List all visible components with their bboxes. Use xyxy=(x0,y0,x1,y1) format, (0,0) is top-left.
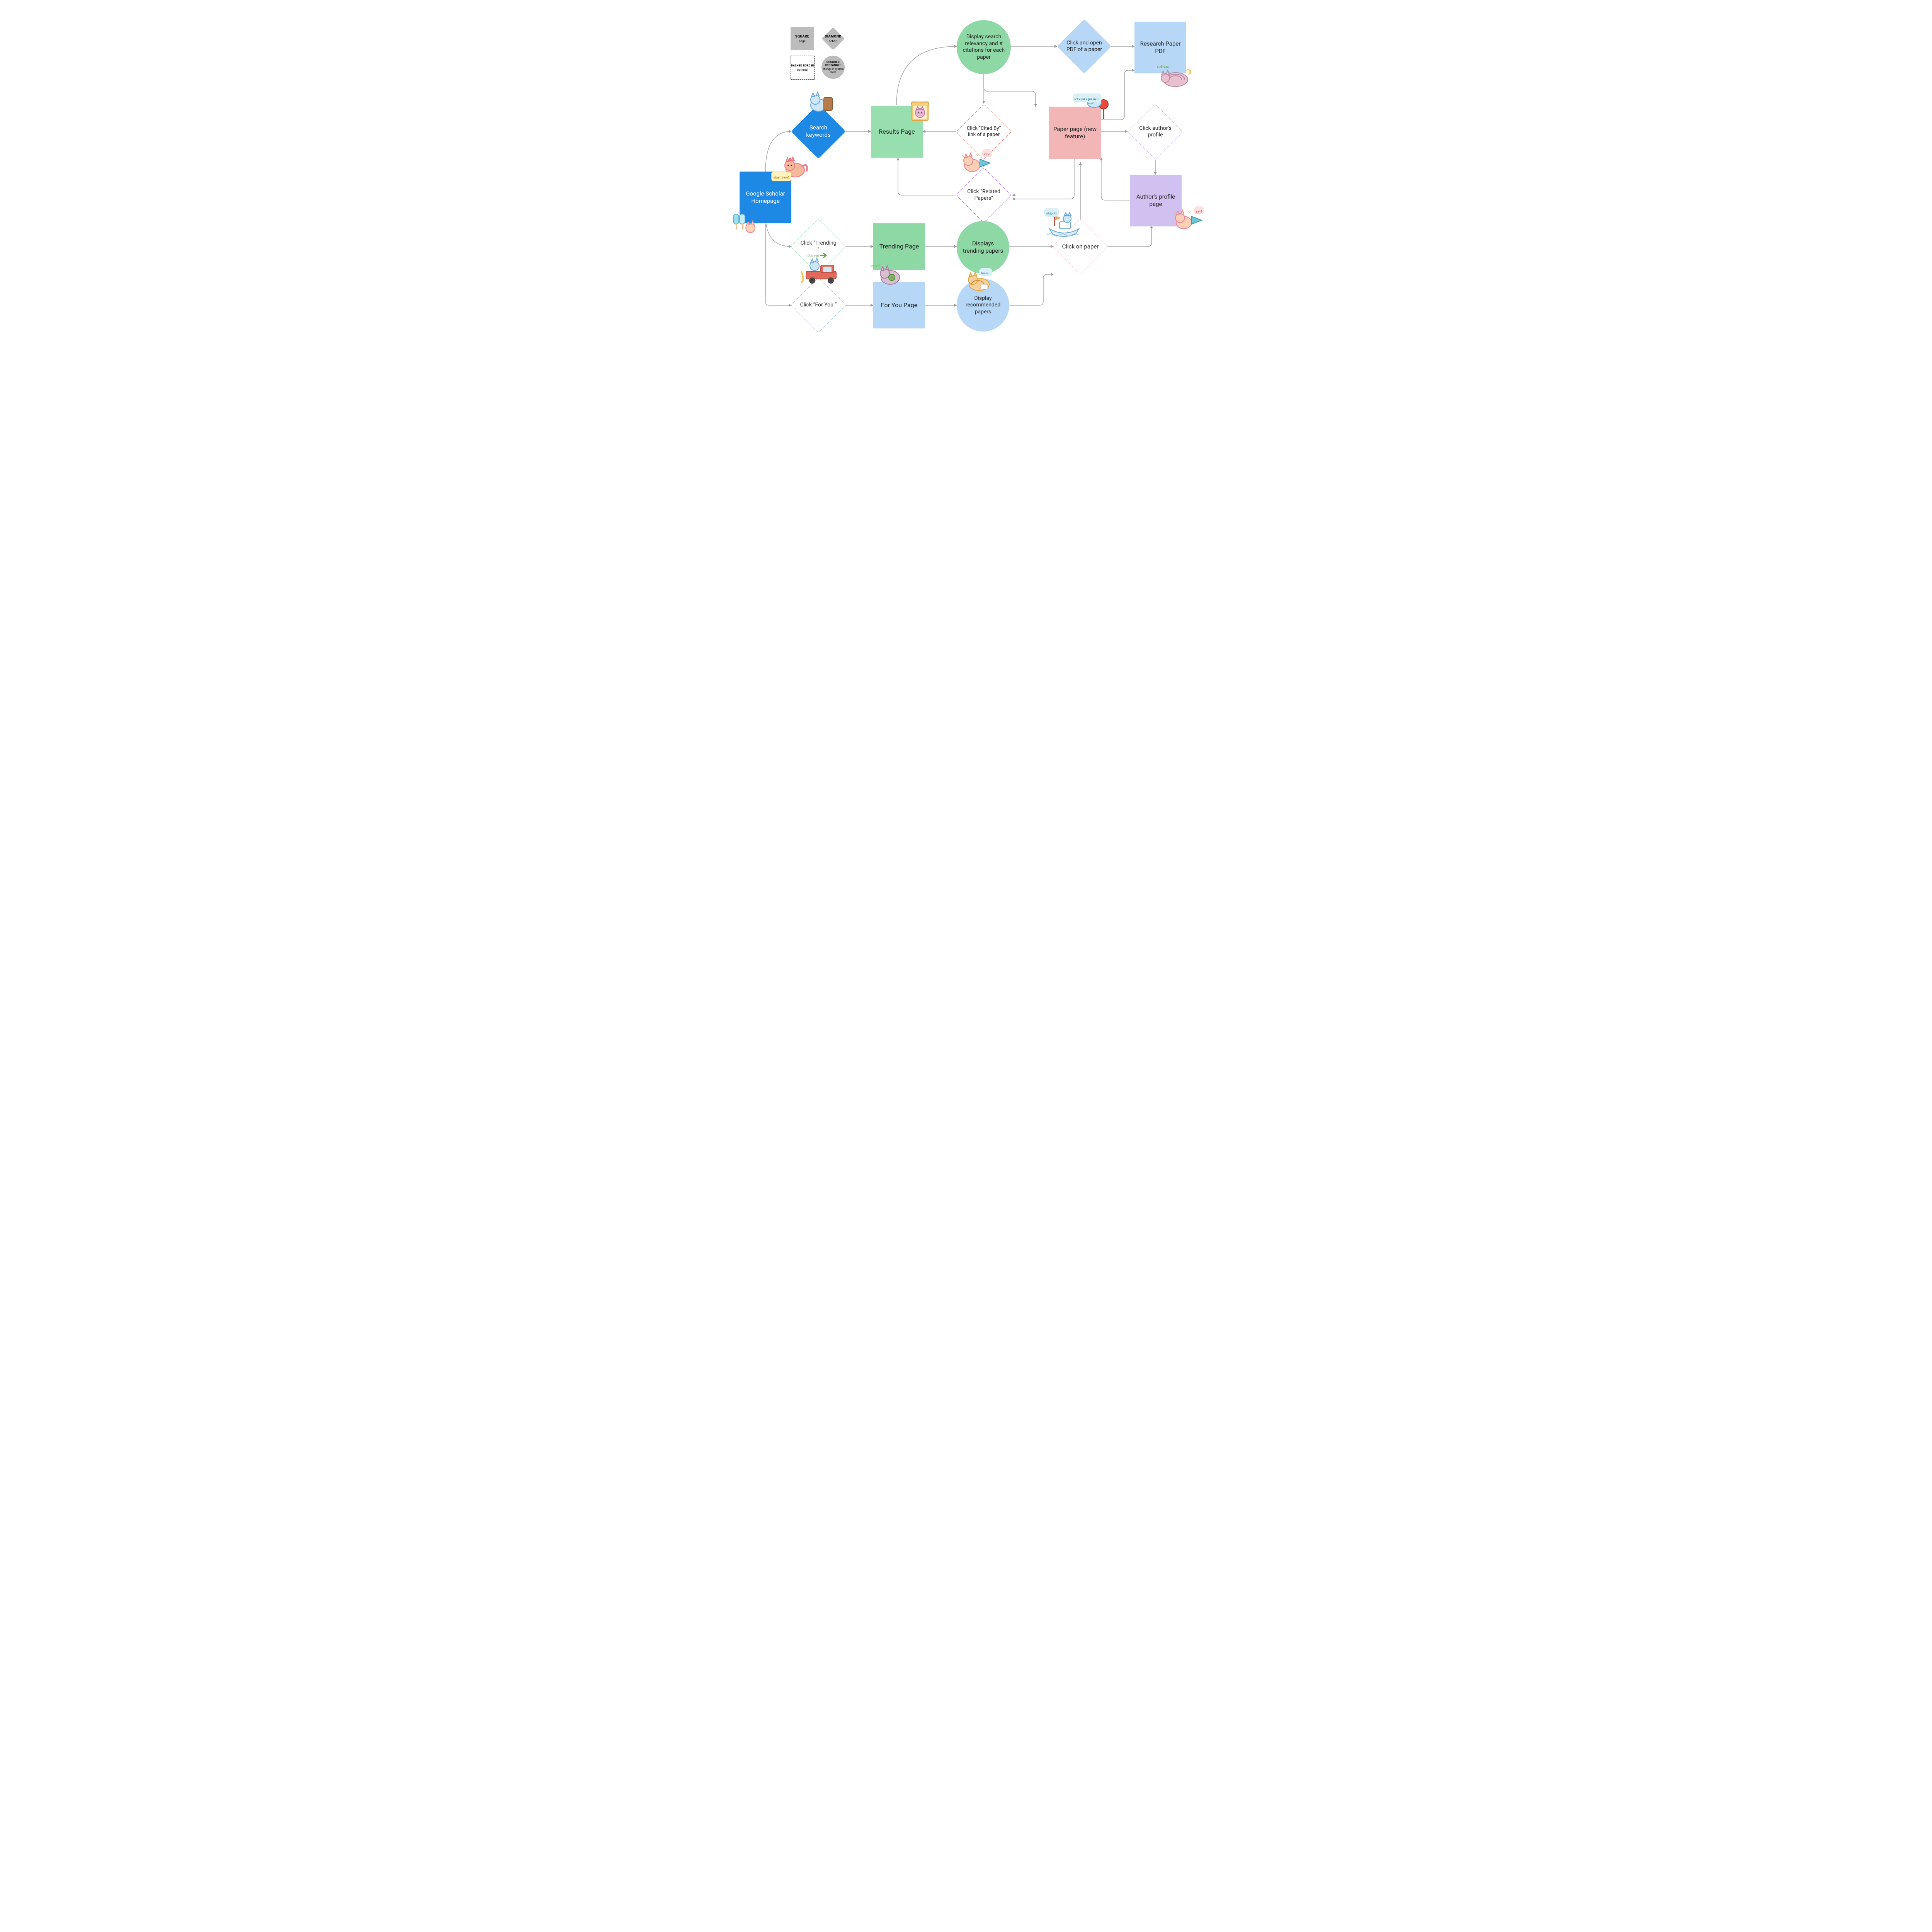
legend-rounded-title: ROUNDED RECTANGLE xyxy=(821,61,845,67)
legend-diamond: DIAMONDaction xyxy=(821,27,845,50)
node-trending-page: Trending Page xyxy=(873,223,925,270)
node-display-recommended-label: Display recommended papers xyxy=(959,292,1007,319)
node-results-page: Results Page xyxy=(871,106,923,158)
node-trending-page-label: Trending Page xyxy=(876,240,922,253)
legend-dashed-sub: optional xyxy=(797,68,808,71)
legend-square-sub: page xyxy=(799,39,806,43)
legend-rounded-sub: change in system state xyxy=(821,68,845,74)
node-homepage-label: Google Scholar Homepage xyxy=(740,187,791,208)
legend-square: SQUARE page xyxy=(791,27,814,50)
node-search-relevancy-label: Display search relevancy and # citations… xyxy=(957,31,1010,64)
node-click-author: Click author's profile xyxy=(1127,104,1184,160)
node-search-keywords-label: Search keywords xyxy=(796,121,841,142)
legend-diamond-sub: action xyxy=(825,39,842,43)
node-for-you-page: For You Page xyxy=(873,282,925,328)
node-displays-trending-label: Displays trending papers xyxy=(959,237,1007,258)
node-search-keywords: Search keywords xyxy=(791,104,845,158)
node-paper-page: Paper page (new feature) xyxy=(1049,107,1101,159)
node-click-for-you: Click “For You ” xyxy=(790,277,847,333)
node-research-pdf-label: Research Paper PDF xyxy=(1134,37,1186,58)
node-author-page: Author's profile page xyxy=(1130,175,1182,226)
node-homepage: Google Scholar Homepage xyxy=(740,172,791,223)
sticker-yay-2-label: yay! xyxy=(1196,209,1202,213)
node-author-page-label: Author's profile page xyxy=(1130,190,1182,211)
sticker-ship-it-label: ship it! xyxy=(1046,211,1057,215)
node-results-page-label: Results Page xyxy=(876,125,918,139)
node-click-trending: Click “Trending ” xyxy=(790,218,847,275)
node-display-recommended: Display recommended papers xyxy=(957,279,1009,332)
node-displays-trending: Displays trending papers xyxy=(957,221,1009,274)
node-related-papers: Click “Related Papers” xyxy=(956,167,1012,223)
node-related-papers-label: Click “Related Papers” xyxy=(961,185,1006,205)
node-paper-page-label: Paper page (new feature) xyxy=(1049,122,1101,143)
flow-canvas: SQUARE page DIAMONDaction DASHED BORDER … xyxy=(719,0,1213,352)
legend-dashed-title: DASHED BORDER xyxy=(791,64,814,67)
node-click-for-you-label: Click “For You ” xyxy=(797,299,840,312)
legend-dashed: DASHED BORDER optional xyxy=(791,56,815,80)
legend-square-title: SQUARE xyxy=(795,35,809,39)
legend-diamond-title: DIAMOND xyxy=(825,35,842,39)
node-search-relevancy: Display search relevancy and # citations… xyxy=(957,20,1011,74)
node-click-on-paper-label: Click on paper xyxy=(1059,240,1102,253)
node-click-on-paper: Click on paper xyxy=(1052,218,1109,275)
node-click-trending-label: Click “Trending ” xyxy=(796,237,841,257)
legend-rounded: ROUNDED RECTANGLE change in system state xyxy=(821,56,845,79)
sticker-pin-it-label: let's put a pin in it! xyxy=(1075,97,1100,101)
node-research-pdf: Research Paper PDF xyxy=(1134,22,1186,73)
node-cited-by-label: Click “Cited By” link of a paper xyxy=(961,122,1006,141)
node-open-pdf-label: Click and open PDF of a paper xyxy=(1062,37,1107,56)
node-open-pdf: Click and open PDF of a paper xyxy=(1057,19,1111,73)
node-cited-by: Click “Cited By” link of a paper xyxy=(956,104,1012,160)
node-click-author-label: Click author's profile xyxy=(1133,122,1178,142)
node-for-you-page-label: For You Page xyxy=(878,298,920,312)
